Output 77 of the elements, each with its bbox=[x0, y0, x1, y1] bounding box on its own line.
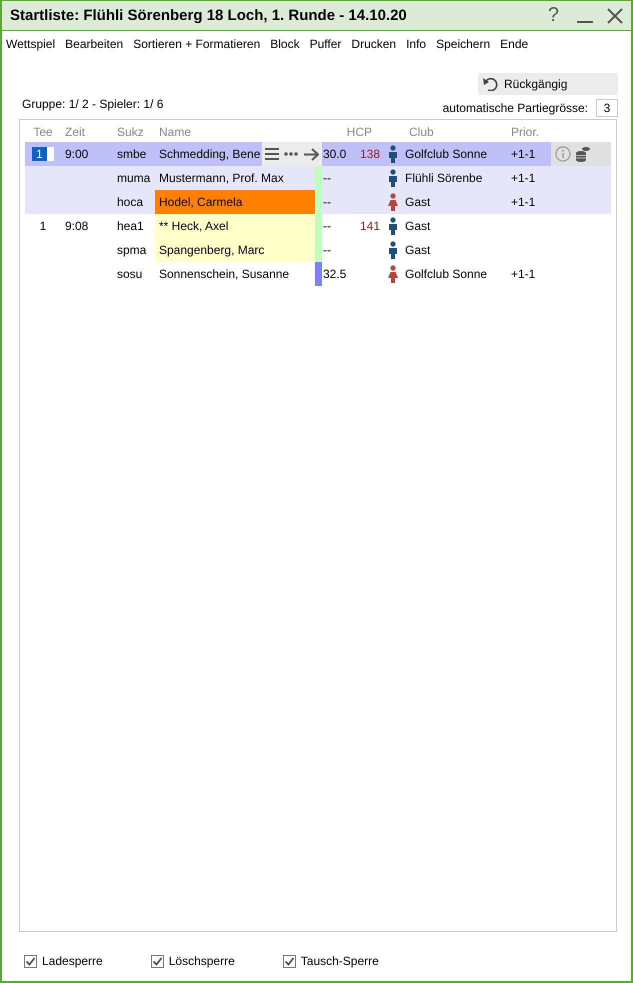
table-cell-text: 30.0 bbox=[323, 146, 346, 163]
table-cell: hoca bbox=[117, 195, 144, 209]
table-cell-text: 138 bbox=[360, 146, 380, 163]
tick-box[interactable] bbox=[150, 954, 164, 968]
column-header[interactable]: HCP bbox=[322, 120, 380, 144]
help-button[interactable]: ? bbox=[544, 4, 563, 27]
checkmark-icon bbox=[152, 956, 163, 966]
close-icon[interactable] bbox=[607, 8, 623, 24]
group-size-field[interactable]: 3 bbox=[596, 99, 618, 117]
table-cell: Gast bbox=[405, 243, 430, 257]
menu-item[interactable]: Ende bbox=[500, 37, 528, 51]
menu-icon[interactable] bbox=[264, 148, 279, 160]
name-cell: Hodel, Carmela bbox=[155, 190, 315, 214]
menu-item[interactable]: Sortieren + Formatieren bbox=[133, 37, 260, 51]
table-cell: muma bbox=[117, 171, 150, 185]
menu-item[interactable]: Bearbeiten bbox=[65, 37, 124, 51]
group-size-label: automatische Partiegrösse: bbox=[442, 101, 588, 115]
table-row[interactable]: sosu Sonnenschein, Susanne 32.5 Golfclub Sonne +1-1 bbox=[25, 262, 611, 286]
column-header[interactable]: Prior. bbox=[507, 120, 551, 144]
table-cell-text: 32.5 bbox=[323, 266, 346, 283]
table-cell-text: -- bbox=[323, 242, 331, 259]
table-row[interactable]: hoca Hodel, Carmela -- Gast +1-1 bbox=[25, 190, 611, 214]
menu-item[interactable]: Info bbox=[406, 37, 426, 51]
column-header[interactable]: Club bbox=[405, 120, 507, 144]
checkmark-icon bbox=[284, 956, 295, 966]
undo-button[interactable]: Rückgängig bbox=[478, 73, 618, 95]
table-cell: Golfclub Sonne bbox=[405, 267, 488, 281]
table-cell: +1-1 bbox=[511, 195, 536, 209]
table-cell: +1-1 bbox=[511, 147, 536, 161]
checkbox[interactable]: Tausch-Sperre bbox=[282, 954, 379, 968]
window-title: Startliste: Flühli Sörenberg 18 Loch, 1. Runde - 14.10.20 bbox=[10, 7, 408, 24]
checkbox[interactable]: Löschsperre bbox=[150, 954, 235, 968]
name-cell: Spangenberg, Marc bbox=[155, 238, 315, 262]
table-cell: hea1 bbox=[117, 219, 144, 233]
table-cell-text: -- bbox=[323, 218, 331, 235]
table-row[interactable]: muma Mustermann, Prof. Max -- Flühli Sörenbe +1-1 bbox=[25, 166, 611, 190]
menu-item[interactable]: Wettspiel bbox=[6, 37, 56, 51]
table-cell: Golfclub Sonne bbox=[405, 147, 488, 161]
column-header[interactable]: Zeit bbox=[61, 120, 113, 144]
table-cell: Sonnenschein, Susanne bbox=[159, 267, 290, 281]
table-cell-text: -- bbox=[323, 170, 331, 187]
table-cell: +1-1 bbox=[511, 171, 536, 185]
column-header[interactable]: Name bbox=[155, 120, 315, 144]
tick-box[interactable] bbox=[24, 954, 37, 968]
table-cell: +1-1 bbox=[511, 267, 536, 281]
table-cell: smbe bbox=[117, 147, 146, 161]
table-cell-text: 141 bbox=[360, 218, 380, 235]
table-cell: sosu bbox=[117, 267, 142, 281]
table-cell: 9:08 bbox=[65, 219, 88, 233]
column-header[interactable]: Sukz bbox=[113, 120, 155, 144]
undo-icon bbox=[482, 77, 498, 91]
menu-item[interactable]: Drucken bbox=[351, 37, 396, 51]
checkmark-icon bbox=[25, 956, 36, 966]
table-cell: Gast bbox=[405, 195, 430, 209]
table-cell: Gast bbox=[405, 219, 430, 233]
table-cell: Mustermann, Prof. Max bbox=[159, 171, 284, 185]
arrow-right-icon[interactable] bbox=[304, 148, 320, 160]
table-cell: Flühli Sörenbe bbox=[405, 171, 482, 185]
table-row[interactable]: 1 9:08 hea1 ** Heck, Axel -- 141 Gast bbox=[25, 214, 611, 238]
name-cell: ** Heck, Axel bbox=[155, 214, 315, 238]
table-cell-text: -- bbox=[323, 194, 331, 211]
menu-item[interactable]: Block bbox=[270, 37, 300, 51]
table-cell: 1 bbox=[40, 219, 46, 233]
menu-item[interactable]: Speichern bbox=[436, 37, 490, 51]
table-row[interactable]: spma Spangenberg, Marc -- Gast bbox=[25, 238, 611, 262]
more-icon[interactable] bbox=[284, 152, 298, 156]
table-cell: spma bbox=[117, 243, 146, 257]
menu-item[interactable]: Puffer bbox=[310, 37, 342, 51]
tick-box[interactable] bbox=[282, 954, 296, 968]
status-text: Gruppe: 1/ 2 - Spieler: 1/ 6 bbox=[22, 97, 164, 111]
table-cell: Schmedding, Bene bbox=[159, 147, 260, 161]
column-header[interactable]: Tee bbox=[25, 120, 61, 144]
tee-field[interactable]: 1 bbox=[32, 147, 54, 161]
table-cell: 9:00 bbox=[65, 147, 88, 161]
coins-icon[interactable] bbox=[575, 146, 591, 162]
checkbox[interactable]: Ladesperre bbox=[24, 954, 103, 968]
table-row[interactable]: 1 9:00 smbe Schmedding, Bene 30.0 138 Golfclub Sonne +1-1 bbox=[25, 142, 611, 166]
